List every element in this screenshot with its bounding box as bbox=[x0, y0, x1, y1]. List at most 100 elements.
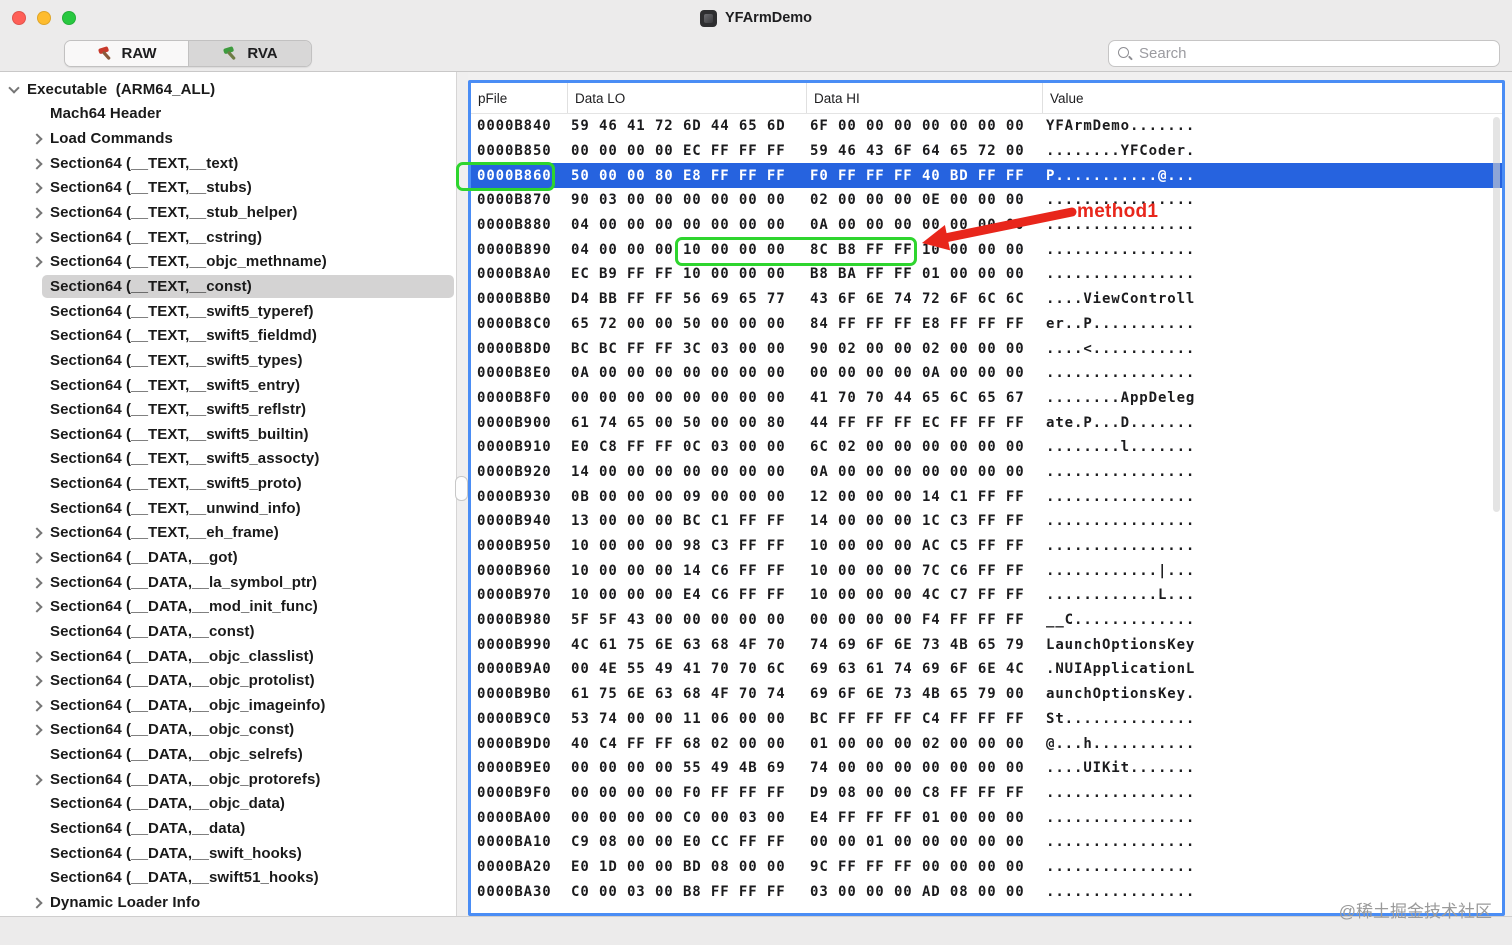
hex-row[interactable]: 0000B950 10 00 00 00 98 C3 FF FF 10 00 0… bbox=[471, 534, 1502, 559]
hex-cell-data-lo: 4C 61 75 6E 63 68 4F 70 bbox=[571, 636, 786, 653]
vertical-scrollbar[interactable] bbox=[1493, 117, 1500, 512]
pane-splitter[interactable] bbox=[455, 72, 468, 916]
sidebar-item[interactable]: Load Commands bbox=[0, 126, 456, 151]
splitter-grip[interactable] bbox=[455, 476, 468, 501]
hex-table: pFile Data LO Data HI Value 0000B840 59 … bbox=[468, 80, 1505, 916]
hex-row[interactable]: 0000B8C0 65 72 00 00 50 00 00 00 84 FF F… bbox=[471, 312, 1502, 337]
hex-row[interactable]: 0000BA30 C0 00 03 00 B8 FF FF FF 03 00 0… bbox=[471, 879, 1502, 904]
disclosure-chevron-icon[interactable] bbox=[30, 206, 44, 220]
disclosure-chevron-icon[interactable] bbox=[30, 649, 44, 663]
hex-row[interactable]: 0000B870 90 03 00 00 00 00 00 00 02 00 0… bbox=[471, 188, 1502, 213]
hex-row[interactable]: 0000B900 61 74 65 00 50 00 00 80 44 FF F… bbox=[471, 410, 1502, 435]
sidebar-item[interactable]: Section64 (__TEXT,__swift5_entry) bbox=[0, 373, 456, 398]
hex-row[interactable]: 0000B8B0 D4 BB FF FF 56 69 65 77 43 6F 6… bbox=[471, 287, 1502, 312]
sidebar-item[interactable]: Section64 (__TEXT,__stubs) bbox=[0, 176, 456, 201]
rva-button[interactable]: RVA bbox=[188, 41, 311, 66]
hex-row[interactable]: 0000B9A0 00 4E 55 49 41 70 70 6C 69 63 6… bbox=[471, 657, 1502, 682]
sidebar-item[interactable]: Section64 (__TEXT,__swift5_builtin) bbox=[0, 422, 456, 447]
sidebar-item[interactable]: Section64 (__DATA,__objc_protolist) bbox=[0, 668, 456, 693]
hex-row[interactable]: 0000B990 4C 61 75 6E 63 68 4F 70 74 69 6… bbox=[471, 632, 1502, 657]
disclosure-chevron-icon[interactable] bbox=[30, 132, 44, 146]
hex-row[interactable]: 0000B880 04 00 00 00 00 00 00 00 0A 00 0… bbox=[471, 213, 1502, 238]
app-icon bbox=[699, 9, 717, 27]
sidebar-item[interactable]: Executable (ARM64_ALL) bbox=[0, 77, 456, 102]
sidebar-item[interactable]: Section64 (__DATA,__got) bbox=[0, 545, 456, 570]
disclosure-chevron-icon[interactable] bbox=[7, 82, 21, 96]
sidebar-item[interactable]: Section64 (__DATA,__objc_imageinfo) bbox=[0, 693, 456, 718]
hex-row[interactable]: 0000B980 5F 5F 43 00 00 00 00 00 00 00 0… bbox=[471, 608, 1502, 633]
hex-row[interactable]: 0000BA20 E0 1D 00 00 BD 08 00 00 9C FF F… bbox=[471, 855, 1502, 880]
sidebar-item[interactable]: Section64 (__DATA,__objc_selrefs) bbox=[0, 742, 456, 767]
search-input[interactable] bbox=[1139, 45, 1490, 62]
disclosure-chevron-icon[interactable] bbox=[30, 230, 44, 244]
hex-row[interactable]: 0000BA10 C9 08 00 00 E0 CC FF FF 00 00 0… bbox=[471, 830, 1502, 855]
sidebar-item[interactable]: Section64 (__TEXT,__eh_frame) bbox=[0, 521, 456, 546]
hex-row[interactable]: 0000B890 04 00 00 00 10 00 00 00 8C B8 F… bbox=[471, 237, 1502, 262]
sidebar-item[interactable]: Section64 (__TEXT,__unwind_info) bbox=[0, 496, 456, 521]
sidebar-item[interactable]: Dynamic Loader Info bbox=[0, 890, 456, 915]
disclosure-chevron-icon[interactable] bbox=[30, 255, 44, 269]
sidebar-item[interactable]: Section64 (__DATA,__objc_protorefs) bbox=[0, 767, 456, 792]
sidebar-item[interactable]: Section64 (__TEXT,__swift5_fieldmd) bbox=[0, 323, 456, 348]
sidebar-item-label: Load Commands bbox=[50, 130, 173, 148]
disclosure-chevron-icon[interactable] bbox=[30, 181, 44, 195]
hex-row[interactable]: 0000BA00 00 00 00 00 C0 00 03 00 E4 FF F… bbox=[471, 805, 1502, 830]
hex-row[interactable]: 0000B9E0 00 00 00 00 55 49 4B 69 74 00 0… bbox=[471, 756, 1502, 781]
hex-row[interactable]: 0000B860 50 00 00 80 E8 FF FF FF F0 FF F… bbox=[471, 163, 1502, 189]
sidebar-item[interactable]: Section64 (__TEXT,__objc_methname) bbox=[0, 249, 456, 274]
hex-row[interactable]: 0000B9F0 00 00 00 00 F0 FF FF FF D9 08 0… bbox=[471, 781, 1502, 806]
hex-row[interactable]: 0000B840 59 46 41 72 6D 44 65 6D 6F 00 0… bbox=[471, 114, 1502, 139]
hex-cell-data-hi: 59 46 43 6F 64 65 72 00 bbox=[810, 143, 1025, 160]
disclosure-chevron-icon[interactable] bbox=[30, 772, 44, 786]
disclosure-chevron-icon[interactable] bbox=[30, 674, 44, 688]
hex-row[interactable]: 0000B9C0 53 74 00 00 11 06 00 00 BC FF F… bbox=[471, 707, 1502, 732]
sidebar-item[interactable]: Section64 (__TEXT,__cstring) bbox=[0, 225, 456, 250]
hex-cell-pfile: 0000B9A0 bbox=[477, 661, 552, 678]
sidebar-item[interactable]: Section64 (__DATA,__data) bbox=[0, 816, 456, 841]
sidebar-item[interactable]: Section64 (__DATA,__objc_data) bbox=[0, 792, 456, 817]
sidebar-item[interactable]: Section64 (__TEXT,__swift5_types) bbox=[0, 348, 456, 373]
hex-row[interactable]: 0000B9B0 61 75 6E 63 68 4F 70 74 69 6F 6… bbox=[471, 682, 1502, 707]
sidebar-item[interactable]: Section64 (__DATA,__swift51_hooks) bbox=[0, 866, 456, 891]
sidebar-item[interactable]: Mach64 Header bbox=[0, 102, 456, 127]
hex-row[interactable]: 0000B930 0B 00 00 00 09 00 00 00 12 00 0… bbox=[471, 484, 1502, 509]
hex-row[interactable]: 0000B910 E0 C8 FF FF 0C 03 00 00 6C 02 0… bbox=[471, 435, 1502, 460]
disclosure-chevron-icon[interactable] bbox=[30, 156, 44, 170]
sidebar-item[interactable]: Section64 (__DATA,__objc_classlist) bbox=[0, 644, 456, 669]
disclosure-chevron-icon[interactable] bbox=[30, 723, 44, 737]
sidebar-item[interactable]: Section64 (__TEXT,__stub_helper) bbox=[0, 200, 456, 225]
sidebar-item[interactable]: Section64 (__DATA,__mod_init_func) bbox=[0, 594, 456, 619]
sidebar-item[interactable]: Section64 (__DATA,__objc_const) bbox=[0, 718, 456, 743]
sidebar-item[interactable]: Section64 (__TEXT,__swift5_proto) bbox=[0, 471, 456, 496]
hex-row[interactable]: 0000B850 00 00 00 00 EC FF FF FF 59 46 4… bbox=[471, 139, 1502, 164]
hex-row[interactable]: 0000B940 13 00 00 00 BC C1 FF FF 14 00 0… bbox=[471, 509, 1502, 534]
window-title: YFArmDemo bbox=[724, 10, 813, 26]
sidebar-item[interactable]: Section64 (__TEXT,__swift5_assocty) bbox=[0, 447, 456, 472]
sidebar-item[interactable]: Section64 (__DATA,__const) bbox=[0, 619, 456, 644]
hex-row[interactable]: 0000B960 10 00 00 00 14 C6 FF FF 10 00 0… bbox=[471, 558, 1502, 583]
sidebar-item[interactable]: Section64 (__DATA,__la_symbol_ptr) bbox=[0, 570, 456, 595]
hex-row[interactable]: 0000B8E0 0A 00 00 00 00 00 00 00 00 00 0… bbox=[471, 361, 1502, 386]
sidebar-item[interactable]: Section64 (__TEXT,__swift5_typeref) bbox=[0, 299, 456, 324]
disclosure-chevron-icon[interactable] bbox=[30, 895, 44, 909]
hex-row[interactable]: 0000B8A0 EC B9 FF FF 10 00 00 00 B8 BA F… bbox=[471, 262, 1502, 287]
hex-cell-data-hi: 84 FF FF FF E8 FF FF FF bbox=[810, 315, 1025, 332]
hex-cell-data-hi: 01 00 00 00 02 00 00 00 bbox=[810, 735, 1025, 752]
hex-row[interactable]: 0000B9D0 40 C4 FF FF 68 02 00 00 01 00 0… bbox=[471, 731, 1502, 756]
sidebar-item-label: Section64 (__DATA,__got) bbox=[50, 548, 238, 566]
hex-row[interactable]: 0000B8F0 00 00 00 00 00 00 00 00 41 70 7… bbox=[471, 386, 1502, 411]
sidebar-item[interactable]: Section64 (__DATA,__swift_hooks) bbox=[0, 841, 456, 866]
sidebar-item[interactable]: Section64 (__TEXT,__swift5_reflstr) bbox=[0, 397, 456, 422]
disclosure-chevron-icon[interactable] bbox=[30, 698, 44, 712]
hex-row[interactable]: 0000B8D0 BC BC FF FF 3C 03 00 00 90 02 0… bbox=[471, 336, 1502, 361]
disclosure-chevron-icon[interactable] bbox=[30, 600, 44, 614]
sidebar-item[interactable]: Section64 (__TEXT,__text) bbox=[0, 151, 456, 176]
raw-button[interactable]: RAW bbox=[65, 41, 188, 66]
sidebar-item[interactable]: Section64 (__TEXT,__const) bbox=[0, 274, 456, 299]
hex-row[interactable]: 0000B970 10 00 00 00 E4 C6 FF FF 10 00 0… bbox=[471, 583, 1502, 608]
sidebar-item-label: Section64 (__TEXT,__swift5_types) bbox=[50, 351, 303, 369]
disclosure-chevron-icon[interactable] bbox=[30, 550, 44, 564]
disclosure-chevron-icon[interactable] bbox=[30, 575, 44, 589]
disclosure-chevron-icon[interactable] bbox=[30, 526, 44, 540]
hex-row[interactable]: 0000B920 14 00 00 00 00 00 00 00 0A 00 0… bbox=[471, 460, 1502, 485]
